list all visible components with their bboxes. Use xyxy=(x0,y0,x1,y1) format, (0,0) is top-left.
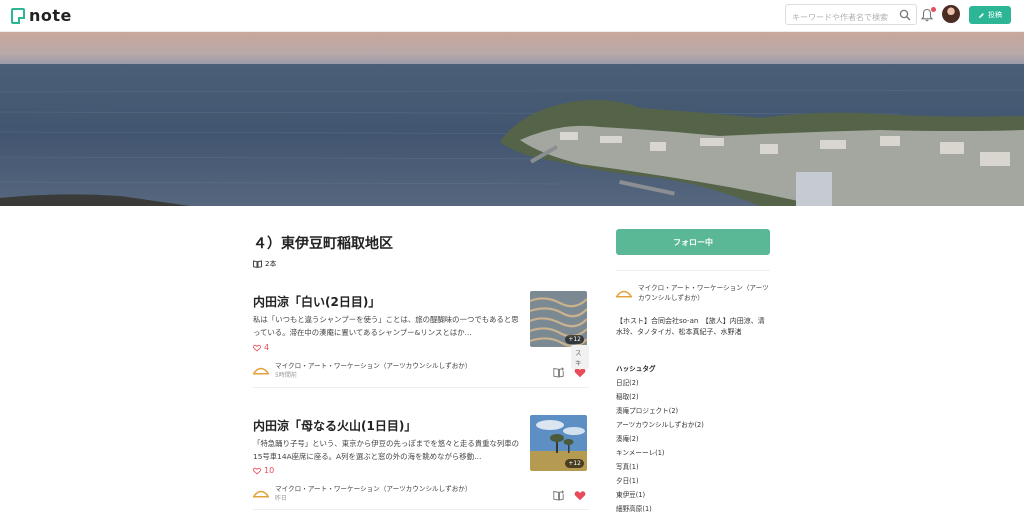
hashtag-item[interactable]: アーツカウンシルしずおか(2) xyxy=(616,418,704,432)
hashtag-item[interactable]: 細野高原(1) xyxy=(616,502,704,516)
add-to-magazine-icon[interactable] xyxy=(553,490,565,501)
hashtag-item[interactable]: 湊庵(2) xyxy=(616,432,704,446)
article-creator[interactable]: マイクロ・アート・ワーケーション（アーツカウンシルしずおか） 5時間前 xyxy=(253,362,472,380)
hashtag-item[interactable]: キンメーーレ(1) xyxy=(616,446,704,460)
search-icon[interactable] xyxy=(899,9,911,21)
article-creator[interactable]: マイクロ・アート・ワーケーション（アーツカウンシルしずおか） 昨日 xyxy=(253,485,472,503)
article-count-text: 2本 xyxy=(265,260,277,268)
post-button-label: 投稿 xyxy=(988,11,1002,19)
top-header: note 投稿 xyxy=(0,0,1024,32)
heart-outline-icon xyxy=(253,467,261,475)
magazine-description: 【ホスト】合同会社so-an 【旅人】内田涼、清水玲、タノタイガ、松本真紀子、水… xyxy=(616,317,765,336)
note-logo[interactable]: note xyxy=(11,6,72,25)
thumbnail-count-badge: +12 xyxy=(565,335,584,344)
article-card[interactable]: 内田涼「母なる火山(1日目)」 「特急踊り子号」という、東京から伊豆の先っぽまで… xyxy=(253,412,589,510)
note-logo-icon xyxy=(11,7,25,24)
article-count: 2本 xyxy=(253,259,276,269)
pencil-icon xyxy=(979,12,984,18)
article-title[interactable]: 内田涼「白い(2日目)」 xyxy=(253,293,380,310)
hashtag-item[interactable]: 写真(1) xyxy=(616,460,704,474)
like-heart-icon[interactable] xyxy=(574,490,586,501)
like-count-value: 4 xyxy=(264,343,270,352)
article-excerpt: 「特急踊り子号」という、東京から伊豆の先っぽまでを悠々と走る貴重な列車の15号車… xyxy=(253,439,520,461)
like-tooltip: スキ xyxy=(571,345,589,369)
search-input[interactable] xyxy=(786,8,894,27)
hashtag-item[interactable]: 湊庵プロジェクト(2) xyxy=(616,404,704,418)
creator-name[interactable]: マイクロ・アート・ワーケーション（アーツカウンシルしずおか） xyxy=(275,485,472,494)
article-title[interactable]: 内田涼「母なる火山(1日目)」 xyxy=(253,417,416,434)
sidebar-divider xyxy=(616,270,770,271)
search-box[interactable] xyxy=(785,4,917,27)
article-thumbnail[interactable]: +12 xyxy=(530,415,587,471)
hashtag-item[interactable]: 稲取(2) xyxy=(616,390,704,404)
hero-banner-image xyxy=(0,32,1024,206)
hashtag-item[interactable]: 東伊豆(1) xyxy=(616,488,704,502)
hashtag-list: 日記(2) 稲取(2) 湊庵プロジェクト(2) アーツカウンシルしずおか(2) … xyxy=(616,376,704,516)
notification-dot xyxy=(931,7,936,12)
hashtag-heading: ハッシュタグ xyxy=(616,365,656,373)
sidebar-creator-name[interactable]: マイクロ・アート・ワーケーション（アーツカウンシルしずおか） xyxy=(638,283,773,303)
like-count-value: 10 xyxy=(264,466,275,475)
creator-logo-icon xyxy=(253,367,269,375)
post-button[interactable]: 投稿 xyxy=(969,6,1011,24)
creator-logo-icon xyxy=(253,490,269,498)
heart-outline-icon xyxy=(253,344,261,352)
magazine-title: ４）東伊豆町稲取地区 xyxy=(253,236,393,252)
article-card[interactable]: 内田涼「白い(2日目)」 私は「いつもと違うシャンプーを使う」ことは、旅の醍醐味… xyxy=(253,288,589,388)
post-time: 5時間前 xyxy=(275,372,297,379)
book-icon xyxy=(253,260,262,268)
creator-logo-icon xyxy=(616,290,632,298)
follow-button[interactable]: フォロー中 xyxy=(616,229,770,255)
hashtag-item[interactable]: 日記(2) xyxy=(616,376,704,390)
creator-name[interactable]: マイクロ・アート・ワーケーション（アーツカウンシルしずおか） xyxy=(275,362,472,371)
like-count: 4 xyxy=(253,343,269,352)
like-count: 10 xyxy=(253,466,274,475)
logo-text: note xyxy=(29,6,72,25)
post-time: 昨日 xyxy=(275,495,288,502)
user-avatar[interactable] xyxy=(942,5,960,23)
thumbnail-count-badge: +12 xyxy=(565,459,584,468)
article-excerpt: 私は「いつもと違うシャンプーを使う」ことは、旅の醍醐味の一つでもあると思っている… xyxy=(253,315,519,337)
add-to-magazine-icon[interactable] xyxy=(553,367,565,378)
hashtag-item[interactable]: 夕日(1) xyxy=(616,474,704,488)
article-thumbnail[interactable]: +12 xyxy=(530,291,587,347)
sidebar-creator[interactable]: マイクロ・アート・ワーケーション（アーツカウンシルしずおか） xyxy=(616,283,773,303)
